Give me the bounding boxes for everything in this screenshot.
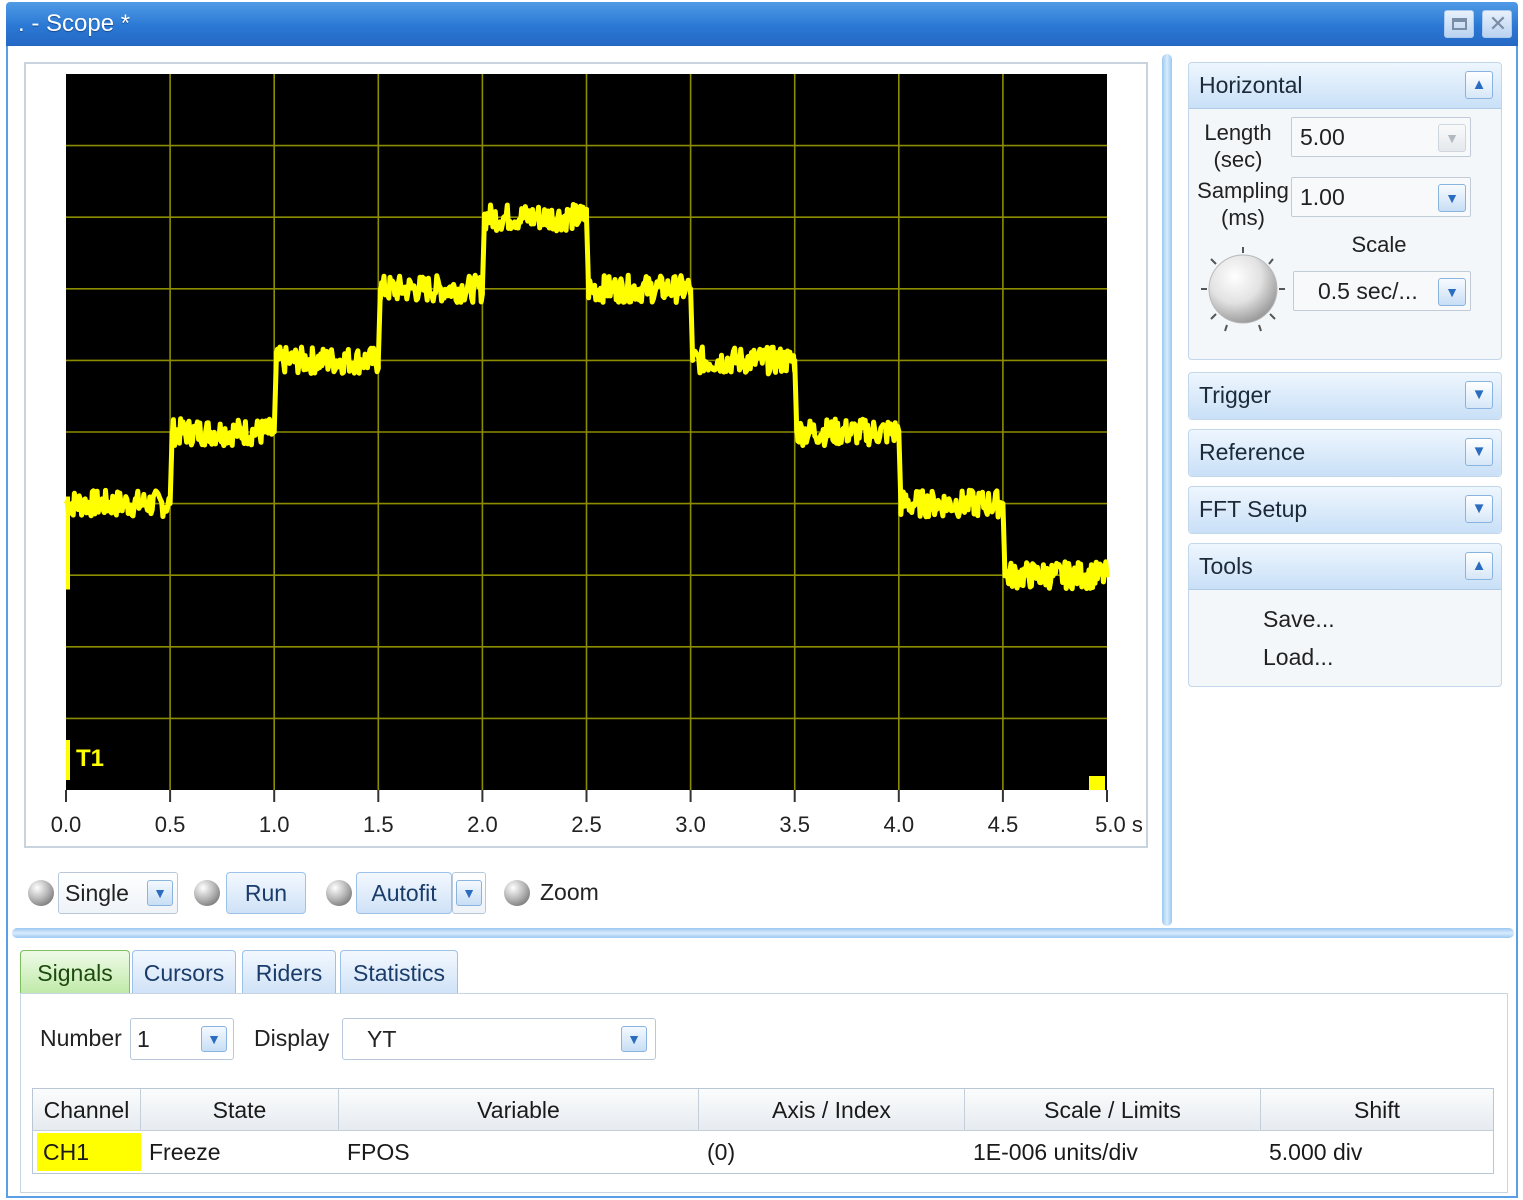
sampling-label-line2: (ms) [1221, 205, 1265, 230]
single-mode-label: Single [65, 880, 129, 906]
chevron-down-icon[interactable]: ▼ [621, 1026, 647, 1052]
sampling-value: 1.00 [1300, 184, 1345, 210]
single-mode-select[interactable]: Single ▼ [58, 872, 178, 914]
column-header-shift[interactable]: Shift [1261, 1089, 1493, 1131]
column-header-scale-limits[interactable]: Scale / Limits [965, 1089, 1261, 1131]
autofit-led-icon [326, 880, 352, 906]
trace-label-t1: T1 [76, 745, 104, 772]
tab-riders[interactable]: Riders [242, 950, 336, 994]
chevron-down-icon[interactable]: ▼ [1465, 438, 1493, 466]
cell-state[interactable]: Freeze [141, 1133, 339, 1171]
x-tick-label: 0.5 [155, 812, 186, 837]
chevron-up-icon[interactable]: ▲ [1465, 552, 1493, 580]
window-title: . - Scope * [18, 10, 131, 37]
number-label: Number [40, 1025, 122, 1051]
cell-shift[interactable]: 5.000 div [1261, 1133, 1493, 1171]
autofit-dropdown[interactable]: ▼ [452, 872, 486, 914]
trigger-panel-header[interactable]: Trigger ▼ [1189, 373, 1501, 419]
tools-panel-title: Tools [1199, 553, 1253, 579]
tab-statistics[interactable]: Statistics [340, 950, 458, 994]
horizontal-panel-title: Horizontal [1199, 72, 1303, 98]
x-tick-label: 2.0 [467, 812, 498, 837]
x-tick-label: 0.0 [51, 812, 82, 837]
chevron-down-icon: ▼ [1438, 124, 1466, 152]
chevron-down-icon[interactable]: ▼ [1465, 495, 1493, 523]
column-header-channel[interactable]: Channel [33, 1089, 141, 1131]
length-label-line1: Length [1204, 120, 1272, 145]
single-led-icon [28, 880, 54, 906]
chevron-down-icon[interactable]: ▼ [147, 880, 173, 906]
length-label-line2: (sec) [1213, 147, 1263, 172]
trigger-panel: Trigger ▼ [1188, 372, 1502, 420]
length-field[interactable]: 5.00 ▼ [1291, 117, 1471, 157]
trigger-panel-title: Trigger [1199, 382, 1271, 408]
display-select[interactable]: YT ▼ [342, 1018, 656, 1060]
chevron-down-icon[interactable]: ▼ [1465, 381, 1493, 409]
cell-channel[interactable]: CH1 [37, 1133, 141, 1171]
save-link[interactable]: Save... [1263, 606, 1335, 633]
scale-select[interactable]: 0.5 sec/... ▼ [1293, 271, 1471, 311]
cell-axis-index[interactable]: (0) [699, 1133, 965, 1171]
chevron-down-icon[interactable]: ▼ [456, 880, 482, 906]
run-button[interactable]: Run [226, 872, 306, 914]
tools-panel: Tools ▲ Save... Load... [1188, 543, 1502, 687]
run-led-icon [194, 880, 220, 906]
close-icon: ✕ [1488, 11, 1508, 36]
horizontal-panel: Horizontal ▲ Length (sec) 5.00 ▼ Samplin… [1188, 62, 1502, 360]
zoom-led-icon [504, 880, 530, 906]
load-link[interactable]: Load... [1263, 644, 1333, 671]
vertical-splitter[interactable] [1162, 54, 1172, 926]
chevron-down-icon[interactable]: ▼ [201, 1026, 227, 1052]
scale-value: 0.5 sec/... [1318, 278, 1418, 304]
x-tick-label: 3.5 [779, 812, 810, 837]
reference-panel: Reference ▼ [1188, 429, 1502, 477]
autofit-button[interactable]: Autofit [356, 872, 452, 914]
fft-setup-panel-header[interactable]: FFT Setup ▼ [1189, 487, 1501, 533]
sampling-label: Sampling (ms) [1193, 177, 1293, 231]
display-label: Display [254, 1025, 330, 1051]
number-select[interactable]: 1 ▼ [130, 1018, 234, 1060]
title-bar: . - Scope * ✕ [6, 2, 1518, 46]
length-label: Length (sec) [1195, 119, 1281, 173]
sampling-select[interactable]: 1.00 ▼ [1291, 177, 1471, 217]
fft-setup-panel: FFT Setup ▼ [1188, 486, 1502, 534]
reference-panel-title: Reference [1199, 439, 1306, 465]
zoom-label[interactable]: Zoom [540, 879, 599, 906]
tools-panel-header[interactable]: Tools ▲ [1189, 544, 1501, 590]
sampling-label-line1: Sampling [1197, 178, 1289, 203]
fft-setup-panel-title: FFT Setup [1199, 496, 1308, 522]
chevron-up-icon[interactable]: ▲ [1465, 71, 1493, 99]
display-value: YT [367, 1026, 397, 1052]
x-tick-label: 4.0 [884, 812, 915, 837]
length-value: 5.00 [1300, 124, 1345, 150]
scale-label: Scale [1351, 232, 1407, 257]
scope-display[interactable]: T1 0.0 0.5 1.0 1.5 2.0 2.5 3.0 3.5 4.0 4.5 5.0 s [26, 64, 1146, 846]
x-tick-label: 1.0 [259, 812, 290, 837]
column-header-state[interactable]: State [141, 1089, 339, 1131]
number-value: 1 [137, 1026, 150, 1052]
horizontal-panel-header[interactable]: Horizontal ▲ [1189, 63, 1501, 109]
column-header-variable[interactable]: Variable [339, 1089, 699, 1131]
scale-knob-icon[interactable] [1195, 243, 1291, 339]
x-tick-label: 3.0 [675, 812, 706, 837]
cell-scale-limits[interactable]: 1E-006 units/div [965, 1133, 1261, 1171]
chevron-down-icon[interactable]: ▼ [1438, 184, 1466, 212]
column-header-axis-index[interactable]: Axis / Index [699, 1089, 965, 1131]
chevron-down-icon[interactable]: ▼ [1438, 278, 1466, 306]
tab-signals[interactable]: Signals [20, 950, 130, 994]
scroll-corner-marker [1089, 776, 1105, 790]
maximize-button[interactable] [1444, 10, 1474, 38]
maximize-icon [1452, 18, 1467, 30]
reference-panel-header[interactable]: Reference ▼ [1189, 430, 1501, 476]
tab-cursors[interactable]: Cursors [132, 950, 236, 994]
x-tick-label: 1.5 [363, 812, 394, 837]
x-tick-label: 2.5 [571, 812, 602, 837]
x-tick-label: 5.0 s [1095, 812, 1143, 837]
horizontal-splitter[interactable] [12, 928, 1514, 938]
x-tick-label: 4.5 [988, 812, 1019, 837]
scope-frame: T1 0.0 0.5 1.0 1.5 2.0 2.5 3.0 3.5 4.0 4.5 5.0 s [24, 62, 1148, 848]
signals-table: Channel State Variable Axis / Index Scal… [32, 1088, 1494, 1174]
cell-variable[interactable]: FPOS [339, 1133, 699, 1171]
close-button[interactable]: ✕ [1482, 10, 1512, 38]
